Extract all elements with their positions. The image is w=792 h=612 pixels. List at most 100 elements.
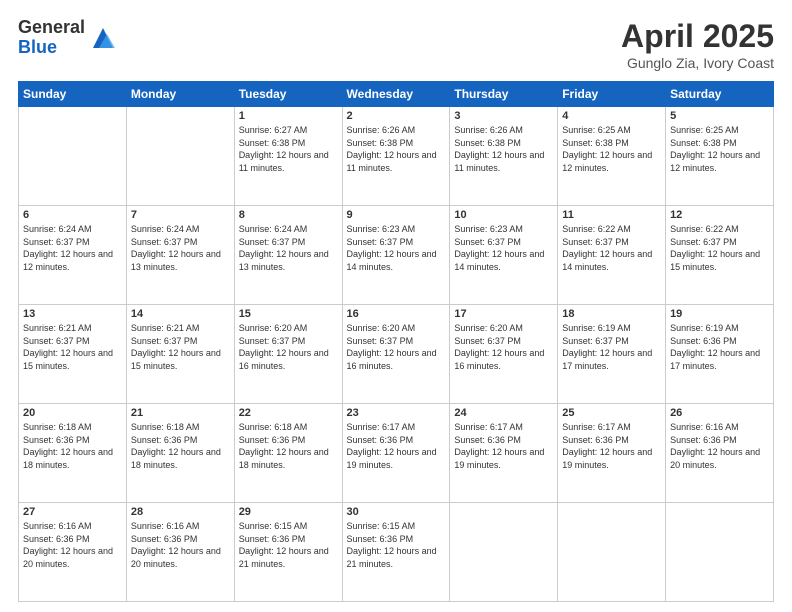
day-number: 30 <box>347 506 446 518</box>
day-info: Sunrise: 6:17 AMSunset: 6:36 PMDaylight:… <box>454 421 553 471</box>
day-number: 20 <box>23 407 122 419</box>
day-number: 27 <box>23 506 122 518</box>
calendar-body: 1 Sunrise: 6:27 AMSunset: 6:38 PMDaylight… <box>19 107 774 602</box>
day-number: 24 <box>454 407 553 419</box>
weekday-header-monday: Monday <box>126 82 234 107</box>
day-info: Sunrise: 6:20 AMSunset: 6:37 PMDaylight:… <box>454 322 553 372</box>
day-number: 26 <box>670 407 769 419</box>
day-number: 29 <box>239 506 338 518</box>
calendar-week-4: 20 Sunrise: 6:18 AMSunset: 6:36 PMDayligh… <box>19 404 774 503</box>
day-info: Sunrise: 6:25 AMSunset: 6:38 PMDaylight:… <box>670 124 769 174</box>
calendar-cell <box>126 107 234 206</box>
calendar-cell: 30 Sunrise: 6:15 AMSunset: 6:36 PMDayligh… <box>342 503 450 602</box>
calendar-cell: 28Sunrise: 6:16 AMSunset: 6:36 PMDayligh… <box>126 503 234 602</box>
day-number: 16 <box>347 308 446 320</box>
day-info: Sunrise: 6:20 AMSunset: 6:37 PMDaylight:… <box>347 322 446 372</box>
weekday-header-saturday: Saturday <box>666 82 774 107</box>
day-info: Sunrise: 6:17 AMSunset: 6:36 PMDaylight:… <box>347 421 446 471</box>
day-number: 9 <box>347 209 446 221</box>
calendar-cell: 6Sunrise: 6:24 AMSunset: 6:37 PMDaylight… <box>19 206 127 305</box>
day-number: 25 <box>562 407 661 419</box>
day-number: 5 <box>670 110 769 122</box>
logo-icon <box>89 24 117 52</box>
calendar-week-1: 1 Sunrise: 6:27 AMSunset: 6:38 PMDaylight… <box>19 107 774 206</box>
month-title: April 2025 <box>621 18 774 55</box>
day-number: 23 <box>347 407 446 419</box>
day-info: Sunrise: 6:27 AMSunset: 6:38 PMDaylight:… <box>239 124 338 174</box>
calendar-cell: 9Sunrise: 6:23 AMSunset: 6:37 PMDaylight… <box>342 206 450 305</box>
calendar-cell: 17 Sunrise: 6:20 AMSunset: 6:37 PMDayligh… <box>450 305 558 404</box>
day-info: Sunrise: 6:26 AMSunset: 6:38 PMDaylight:… <box>347 124 446 174</box>
day-info: Sunrise: 6:18 AMSunset: 6:36 PMDaylight:… <box>239 421 338 471</box>
day-info: Sunrise: 6:23 AMSunset: 6:37 PMDaylight:… <box>454 223 553 273</box>
calendar-cell: 14Sunrise: 6:21 AMSunset: 6:37 PMDayligh… <box>126 305 234 404</box>
calendar-cell: 5 Sunrise: 6:25 AMSunset: 6:38 PMDaylight… <box>666 107 774 206</box>
calendar-cell: 20 Sunrise: 6:18 AMSunset: 6:36 PMDayligh… <box>19 404 127 503</box>
day-number: 8 <box>239 209 338 221</box>
calendar-cell <box>666 503 774 602</box>
weekday-header-sunday: Sunday <box>19 82 127 107</box>
calendar-week-3: 13 Sunrise: 6:21 AMSunset: 6:37 PMDayligh… <box>19 305 774 404</box>
day-info: Sunrise: 6:24 AMSunset: 6:37 PMDaylight:… <box>131 223 230 273</box>
day-info: Sunrise: 6:19 AMSunset: 6:36 PMDaylight:… <box>670 322 769 372</box>
day-info: Sunrise: 6:24 AMSunset: 6:37 PMDaylight:… <box>23 223 122 273</box>
calendar-cell: 10 Sunrise: 6:23 AMSunset: 6:37 PMDayligh… <box>450 206 558 305</box>
calendar-week-5: 27 Sunrise: 6:16 AMSunset: 6:36 PMDayligh… <box>19 503 774 602</box>
calendar-cell: 23 Sunrise: 6:17 AMSunset: 6:36 PMDayligh… <box>342 404 450 503</box>
page: General Blue April 2025 Gunglo Zia, Ivor… <box>0 0 792 612</box>
calendar-cell: 11 Sunrise: 6:22 AMSunset: 6:37 PMDayligh… <box>558 206 666 305</box>
calendar-cell: 13 Sunrise: 6:21 AMSunset: 6:37 PMDayligh… <box>19 305 127 404</box>
calendar-cell: 1 Sunrise: 6:27 AMSunset: 6:38 PMDaylight… <box>234 107 342 206</box>
day-number: 12 <box>670 209 769 221</box>
calendar-cell: 15Sunrise: 6:20 AMSunset: 6:37 PMDayligh… <box>234 305 342 404</box>
day-number: 4 <box>562 110 661 122</box>
title-block: April 2025 Gunglo Zia, Ivory Coast <box>621 18 774 71</box>
day-number: 17 <box>454 308 553 320</box>
day-number: 2 <box>347 110 446 122</box>
calendar-cell: 22Sunrise: 6:18 AMSunset: 6:36 PMDayligh… <box>234 404 342 503</box>
day-number: 3 <box>454 110 553 122</box>
day-info: Sunrise: 6:26 AMSunset: 6:38 PMDaylight:… <box>454 124 553 174</box>
day-number: 1 <box>239 110 338 122</box>
calendar-cell: 18Sunrise: 6:19 AMSunset: 6:37 PMDayligh… <box>558 305 666 404</box>
weekday-header-friday: Friday <box>558 82 666 107</box>
day-info: Sunrise: 6:18 AMSunset: 6:36 PMDaylight:… <box>131 421 230 471</box>
day-number: 10 <box>454 209 553 221</box>
calendar-cell <box>450 503 558 602</box>
weekday-header-tuesday: Tuesday <box>234 82 342 107</box>
day-info: Sunrise: 6:18 AMSunset: 6:36 PMDaylight:… <box>23 421 122 471</box>
calendar-cell: 24 Sunrise: 6:17 AMSunset: 6:36 PMDayligh… <box>450 404 558 503</box>
day-number: 14 <box>131 308 230 320</box>
calendar-cell <box>19 107 127 206</box>
day-info: Sunrise: 6:15 AMSunset: 6:36 PMDaylight:… <box>239 520 338 570</box>
logo-text: General Blue <box>18 18 85 58</box>
logo-blue: Blue <box>18 38 85 58</box>
calendar-cell: 25Sunrise: 6:17 AMSunset: 6:36 PMDayligh… <box>558 404 666 503</box>
day-info: Sunrise: 6:22 AMSunset: 6:37 PMDaylight:… <box>562 223 661 273</box>
calendar-cell: 21 Sunrise: 6:18 AMSunset: 6:36 PMDayligh… <box>126 404 234 503</box>
day-info: Sunrise: 6:24 AMSunset: 6:37 PMDaylight:… <box>239 223 338 273</box>
day-info: Sunrise: 6:16 AMSunset: 6:36 PMDaylight:… <box>670 421 769 471</box>
day-info: Sunrise: 6:16 AMSunset: 6:36 PMDaylight:… <box>23 520 122 570</box>
calendar-cell: 19Sunrise: 6:19 AMSunset: 6:36 PMDayligh… <box>666 305 774 404</box>
day-number: 28 <box>131 506 230 518</box>
calendar-cell: 8 Sunrise: 6:24 AMSunset: 6:37 PMDaylight… <box>234 206 342 305</box>
calendar-cell: 12 Sunrise: 6:22 AMSunset: 6:37 PMDayligh… <box>666 206 774 305</box>
day-number: 11 <box>562 209 661 221</box>
calendar-week-2: 6Sunrise: 6:24 AMSunset: 6:37 PMDaylight… <box>19 206 774 305</box>
day-info: Sunrise: 6:25 AMSunset: 6:38 PMDaylight:… <box>562 124 661 174</box>
logo-general: General <box>18 18 85 38</box>
calendar-cell: 16 Sunrise: 6:20 AMSunset: 6:37 PMDayligh… <box>342 305 450 404</box>
day-info: Sunrise: 6:15 AMSunset: 6:36 PMDaylight:… <box>347 520 446 570</box>
calendar-cell: 7Sunrise: 6:24 AMSunset: 6:37 PMDaylight… <box>126 206 234 305</box>
logo: General Blue <box>18 18 117 58</box>
day-number: 21 <box>131 407 230 419</box>
calendar-table: SundayMondayTuesdayWednesdayThursdayFrid… <box>18 81 774 602</box>
day-info: Sunrise: 6:21 AMSunset: 6:37 PMDaylight:… <box>23 322 122 372</box>
day-info: Sunrise: 6:22 AMSunset: 6:37 PMDaylight:… <box>670 223 769 273</box>
calendar-cell: 4 Sunrise: 6:25 AMSunset: 6:38 PMDaylight… <box>558 107 666 206</box>
day-number: 18 <box>562 308 661 320</box>
calendar-cell <box>558 503 666 602</box>
header: General Blue April 2025 Gunglo Zia, Ivor… <box>18 18 774 71</box>
day-number: 13 <box>23 308 122 320</box>
